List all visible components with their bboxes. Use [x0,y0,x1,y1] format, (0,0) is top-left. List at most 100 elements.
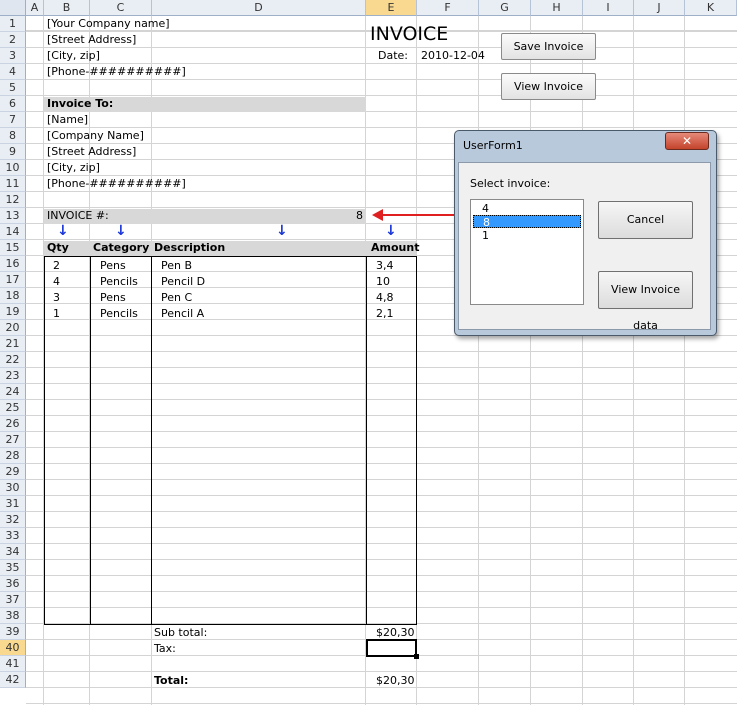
row-header-9[interactable]: 9 [0,144,26,160]
row-header-3[interactable]: 3 [0,48,26,64]
column-header-h[interactable]: H [531,0,583,16]
column-header-e[interactable]: E [366,0,417,16]
row-header-32[interactable]: 32 [0,512,26,528]
row-header-26[interactable]: 26 [0,416,26,432]
table-row-description: Pencil A [161,307,205,320]
table-row-description: Pen C [161,291,193,304]
invoice-to-street: [Street Address] [47,145,137,158]
dialog-title: UserForm1 [463,139,523,152]
row-header-10[interactable]: 10 [0,160,26,176]
row-header-8[interactable]: 8 [0,128,26,144]
row-header-18[interactable]: 18 [0,288,26,304]
total-label: Total: [154,674,189,687]
column-header-g[interactable]: G [479,0,531,16]
invoice-listbox[interactable]: 4 8 1 [470,199,584,305]
row-header-14[interactable]: 14 [0,224,26,240]
invoice-to-city: [City, zip] [47,161,100,174]
row-header-24[interactable]: 24 [0,384,26,400]
subtotal-label: Sub total: [154,626,208,639]
row-header-30[interactable]: 30 [0,480,26,496]
row-header-27[interactable]: 27 [0,432,26,448]
row-header-37[interactable]: 37 [0,592,26,608]
date-value: 2010-12-04 [421,49,485,62]
table-divider [366,256,367,625]
tax-label: Tax: [154,642,176,655]
selected-cell-e40[interactable] [366,639,419,659]
table-row-category: Pencils [100,307,138,320]
company-city: [City, zip] [47,49,100,62]
row-header-16[interactable]: 16 [0,256,26,272]
row-header-34[interactable]: 34 [0,544,26,560]
row-header-42[interactable]: 42 [0,672,26,688]
column-header-a[interactable]: A [26,0,44,16]
row-header-28[interactable]: 28 [0,448,26,464]
row-header-11[interactable]: 11 [0,176,26,192]
select-all-corner[interactable] [0,0,26,16]
row-header-35[interactable]: 35 [0,560,26,576]
company-street: [Street Address] [47,33,137,46]
table-row-category: Pens [100,291,126,304]
row-header-5[interactable]: 5 [0,80,26,96]
invoice-number-label: INVOICE #: [47,209,109,222]
row-header-12[interactable]: 12 [0,192,26,208]
table-divider [151,256,152,625]
table-row-qty: 3 [53,291,60,304]
row-header-22[interactable]: 22 [0,352,26,368]
row-header-15[interactable]: 15 [0,240,26,256]
column-header-i[interactable]: I [583,0,634,16]
list-item-selected[interactable]: 8 [473,215,581,229]
invoice-to-heading: Invoice To: [47,97,114,110]
row-header-2[interactable]: 2 [0,32,26,48]
arrow-down-icon: ↓ [385,223,397,239]
row-header-19[interactable]: 19 [0,304,26,320]
column-header-f[interactable]: F [417,0,479,16]
list-item[interactable]: 4 [473,202,581,215]
row-header-23[interactable]: 23 [0,368,26,384]
arrow-down-icon: ↓ [115,223,127,239]
table-row-amount: 3,4 [376,259,394,272]
invoice-title: INVOICE [370,23,449,45]
column-header-d[interactable]: D [152,0,366,16]
row-header-7[interactable]: 7 [0,112,26,128]
row-header-36[interactable]: 36 [0,576,26,592]
row-header-38[interactable]: 38 [0,608,26,624]
invoice-to-phone: [Phone-##########] [47,177,186,190]
close-icon[interactable]: ✕ [665,132,709,150]
column-header-b[interactable]: B [44,0,90,16]
view-invoice-button[interactable]: View Invoice [501,73,596,100]
row-header-17[interactable]: 17 [0,272,26,288]
total-value: $20,30 [376,674,415,687]
invoice-to-name: [Name] [47,113,89,126]
row-header-29[interactable]: 29 [0,464,26,480]
row-header-33[interactable]: 33 [0,528,26,544]
list-item[interactable]: 1 [473,229,581,242]
table-row-amount: 10 [376,275,390,288]
row-header-1[interactable]: 1 [0,16,26,32]
row-header-20[interactable]: 20 [0,320,26,336]
grid-line [684,16,685,705]
row-header-40[interactable]: 40 [0,640,26,656]
grid-line [530,16,531,705]
table-row-description: Pencil D [161,275,206,288]
invoice-number-value: 8 [356,209,363,222]
amount-header: Amount [371,241,420,254]
column-header-c[interactable]: C [90,0,152,16]
table-divider [90,256,91,625]
company-phone: [Phone-##########] [47,65,186,78]
row-header-6[interactable]: 6 [0,96,26,112]
row-header-25[interactable]: 25 [0,400,26,416]
column-header-j[interactable]: J [634,0,685,16]
row-header-41[interactable]: 41 [0,656,26,672]
row-header-31[interactable]: 31 [0,496,26,512]
table-row-qty: 2 [53,259,60,272]
row-header-4[interactable]: 4 [0,64,26,80]
column-header-k[interactable]: K [685,0,737,16]
view-invoice-data-button[interactable]: View Invoice data [598,271,693,332]
row-header-13[interactable]: 13 [0,208,26,224]
description-header: Description [154,241,226,254]
table-row-category: Pens [100,259,126,272]
row-header-39[interactable]: 39 [0,624,26,640]
cancel-button[interactable]: Cancel [598,201,693,239]
row-header-21[interactable]: 21 [0,336,26,352]
save-invoice-button[interactable]: Save Invoice [501,33,596,60]
